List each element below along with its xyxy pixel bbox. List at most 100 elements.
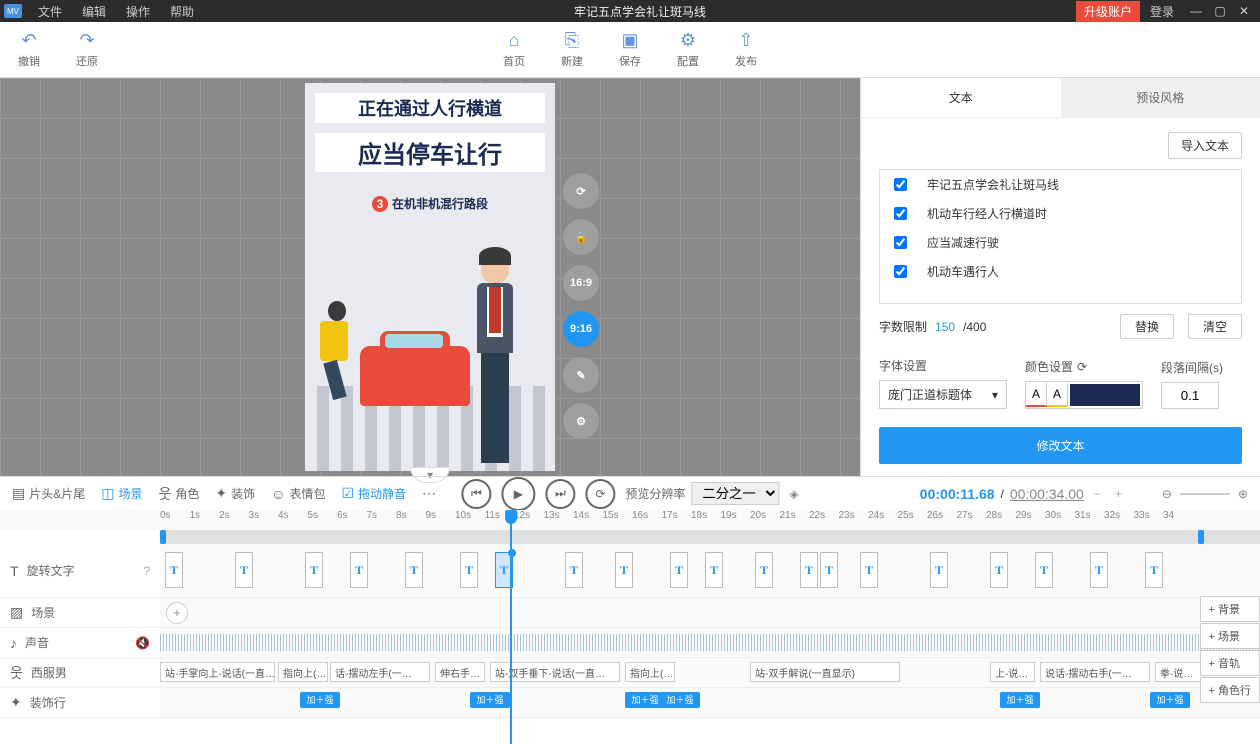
loop-button[interactable]: ⟳ <box>585 479 615 509</box>
layers-icon[interactable]: ◈ <box>789 487 798 501</box>
ratio-16-9[interactable]: 16:9 <box>563 265 599 301</box>
tab-preset[interactable]: 预设风格 <box>1061 78 1260 117</box>
add-scene-button[interactable]: + 场景 <box>1200 623 1260 649</box>
zoom-out[interactable]: ⊖ <box>1162 487 1172 501</box>
next-button[interactable]: ⏭ <box>545 479 575 509</box>
interval-input[interactable] <box>1161 382 1219 409</box>
th-emoji[interactable]: ☺表情包 <box>271 485 325 502</box>
help-icon[interactable]: ? <box>143 564 150 578</box>
sound-mute-icon[interactable]: 🔇 <box>135 636 150 650</box>
list-checkbox[interactable] <box>894 178 907 191</box>
action-clip[interactable]: 话-摆动左手(一… <box>330 662 430 682</box>
text-clip[interactable]: T <box>755 552 773 588</box>
th-head-tail[interactable]: ▤片头&片尾 <box>12 485 85 502</box>
range-bar[interactable] <box>160 530 1260 544</box>
save-button[interactable]: ▣保存 <box>601 30 659 69</box>
action-clip[interactable]: 站-手掌向上-说话(一直… <box>160 662 275 682</box>
time-total[interactable]: 00:00:34.00 <box>1010 486 1084 502</box>
menu-action[interactable]: 操作 <box>116 3 160 20</box>
text-clip[interactable]: T <box>705 552 723 588</box>
add-audio-button[interactable]: + 音轨 <box>1200 650 1260 676</box>
clear-button[interactable]: 清空 <box>1188 314 1242 339</box>
time-minus[interactable]: − <box>1090 487 1105 501</box>
range-start-handle[interactable] <box>160 530 166 544</box>
upgrade-button[interactable]: 升级账户 <box>1076 1 1140 22</box>
modify-text-button[interactable]: 修改文本 <box>879 427 1242 464</box>
action-clip[interactable]: 拳-说… <box>1155 662 1205 682</box>
home-button[interactable]: ⌂首页 <box>485 30 543 69</box>
font-select[interactable]: 庞门正道标题体▾ <box>879 380 1007 409</box>
maximize-button[interactable]: ▢ <box>1208 4 1232 18</box>
deco-clip[interactable]: 加＋强 <box>300 692 340 708</box>
action-clip[interactable]: 指向上(… <box>625 662 675 682</box>
menu-help[interactable]: 帮助 <box>160 3 204 20</box>
text-clip[interactable]: T <box>820 552 838 588</box>
list-item[interactable]: 机动车行经人行横道时 <box>880 199 1241 228</box>
list-checkbox[interactable] <box>894 236 907 249</box>
th-scene[interactable]: ◫场景 <box>101 485 142 502</box>
minimize-button[interactable]: — <box>1184 4 1208 18</box>
lock-tool[interactable]: 🔒 <box>563 219 599 255</box>
text-clip[interactable]: T <box>460 552 478 588</box>
zoom-slider[interactable] <box>1180 493 1230 495</box>
close-button[interactable]: ✕ <box>1232 4 1256 18</box>
menu-edit[interactable]: 编辑 <box>72 3 116 20</box>
login-button[interactable]: 登录 <box>1140 3 1184 20</box>
canvas[interactable]: 正在通过人行横道 应当停车让行 3在机非机混行路段 <box>305 83 555 471</box>
text-clip[interactable]: T <box>990 552 1008 588</box>
list-checkbox[interactable] <box>894 207 907 220</box>
settings-tool[interactable]: ⚙ <box>563 403 599 439</box>
scene-track[interactable]: + <box>160 598 1260 627</box>
new-button[interactable]: ⎘新建 <box>543 30 601 69</box>
text-clip[interactable]: T <box>305 552 323 588</box>
text-clip[interactable]: T <box>235 552 253 588</box>
text-clip[interactable]: T <box>1035 552 1053 588</box>
tab-text[interactable]: 文本 <box>861 78 1061 117</box>
text-clip[interactable]: T <box>800 552 818 588</box>
deco-clip[interactable]: 加＋强 <box>625 692 665 708</box>
action-clip[interactable]: 伸右手… <box>435 662 485 682</box>
preview-select[interactable]: 二分之一 <box>691 482 779 505</box>
prev-button[interactable]: ⏮ <box>461 479 491 509</box>
canvas-text-1[interactable]: 正在通过人行横道 <box>315 93 545 123</box>
action-clip[interactable]: 站-双手解说(一直显示) <box>750 662 900 682</box>
import-text-button[interactable]: 导入文本 <box>1168 132 1242 159</box>
playhead[interactable] <box>510 510 512 744</box>
list-item[interactable]: 牢记五点学会礼让斑马线 <box>880 170 1241 199</box>
sound-track[interactable] <box>160 628 1260 657</box>
play-button[interactable]: ▶ <box>501 477 535 511</box>
time-plus[interactable]: + <box>1111 487 1126 501</box>
list-item[interactable]: 机动车遇行人 <box>880 257 1241 286</box>
add-bg-button[interactable]: + 背景 <box>1200 596 1260 622</box>
zoom-in[interactable]: ⊕ <box>1238 487 1248 501</box>
deco-clip[interactable]: 加＋强 <box>660 692 700 708</box>
text-clip[interactable]: T <box>930 552 948 588</box>
text-clip[interactable]: T <box>860 552 878 588</box>
action-clip[interactable]: 说话-摆动右手(一… <box>1040 662 1150 682</box>
publish-button[interactable]: ⇧发布 <box>717 30 775 69</box>
text-clip[interactable]: T <box>165 552 183 588</box>
th-more[interactable]: ⋯ <box>422 485 436 502</box>
deco-clip[interactable]: 加＋强 <box>470 692 510 708</box>
text-clip[interactable]: T <box>670 552 688 588</box>
action-clip[interactable]: 指向上(… <box>278 662 328 682</box>
add-role-button[interactable]: + 角色行 <box>1200 677 1260 703</box>
canvas-text-3[interactable]: 3在机非机混行路段 <box>305 195 555 212</box>
deco-clip[interactable]: 加＋强 <box>1000 692 1040 708</box>
text-clip[interactable]: T <box>1090 552 1108 588</box>
th-role[interactable]: 웃角色 <box>159 484 200 504</box>
action-clip[interactable]: 上-说… <box>990 662 1035 682</box>
deco-clip[interactable]: 加＋强 <box>1150 692 1190 708</box>
man-track[interactable]: 站-手掌向上-说话(一直…指向上(…话-摆动左手(一…伸右手…站-双手垂下-说话… <box>160 658 1260 687</box>
range-end-handle[interactable] <box>1198 530 1204 544</box>
th-drag-mute[interactable]: ☑拖动静音 <box>341 485 406 502</box>
color-picker[interactable]: A A <box>1025 381 1143 409</box>
edit-tool[interactable]: ✎ <box>563 357 599 393</box>
text-clip[interactable]: T <box>565 552 583 588</box>
color-swatch[interactable] <box>1070 384 1140 406</box>
refresh-icon[interactable]: ⟳ <box>1077 360 1087 374</box>
text-clip[interactable]: T <box>405 552 423 588</box>
text-clip[interactable]: T <box>615 552 633 588</box>
list-item[interactable]: 应当减速行驶 <box>880 228 1241 257</box>
replace-button[interactable]: 替换 <box>1120 314 1174 339</box>
